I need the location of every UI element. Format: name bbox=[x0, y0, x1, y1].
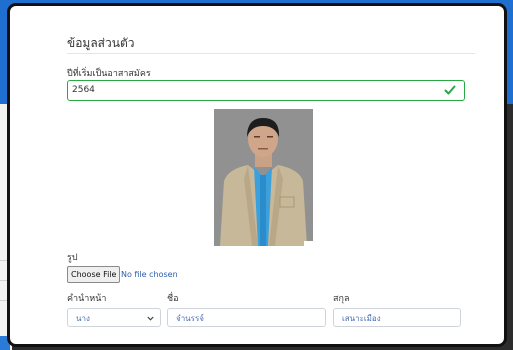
profile-modal: ข้อมูลส่วนตัว ปีที่เริ่มเป็นอาสาสมัคร 25… bbox=[10, 6, 504, 344]
chevron-down-icon bbox=[147, 316, 154, 321]
prefix-select-value: นาง bbox=[76, 314, 90, 323]
last-name-input[interactable]: เสนาะเมือง bbox=[333, 308, 461, 327]
first-name-label: ชื่อ bbox=[167, 294, 179, 304]
first-name-input[interactable]: จำนรรจ์ bbox=[167, 308, 326, 327]
last-name-label: สกุล bbox=[333, 294, 350, 304]
prefix-select[interactable]: นาง bbox=[67, 308, 161, 327]
last-name-value: เสนาะเมือง bbox=[342, 314, 381, 323]
check-icon bbox=[444, 85, 456, 95]
year-label: ปีที่เริ่มเป็นอาสาสมัคร bbox=[67, 69, 151, 79]
title-divider bbox=[67, 53, 475, 54]
file-status-text: No file chosen bbox=[121, 270, 178, 279]
volunteer-year-input[interactable]: 2564 bbox=[67, 80, 465, 101]
prefix-label: คำนำหน้า bbox=[67, 294, 107, 304]
photo-label: รูป bbox=[67, 253, 78, 263]
choose-file-button[interactable]: Choose File bbox=[67, 266, 121, 283]
first-name-value: จำนรรจ์ bbox=[176, 314, 204, 323]
modal-title: ข้อมูลส่วนตัว bbox=[67, 36, 135, 50]
profile-photo bbox=[214, 109, 313, 246]
background-corner bbox=[0, 336, 10, 350]
volunteer-year-value: 2564 bbox=[72, 85, 95, 95]
